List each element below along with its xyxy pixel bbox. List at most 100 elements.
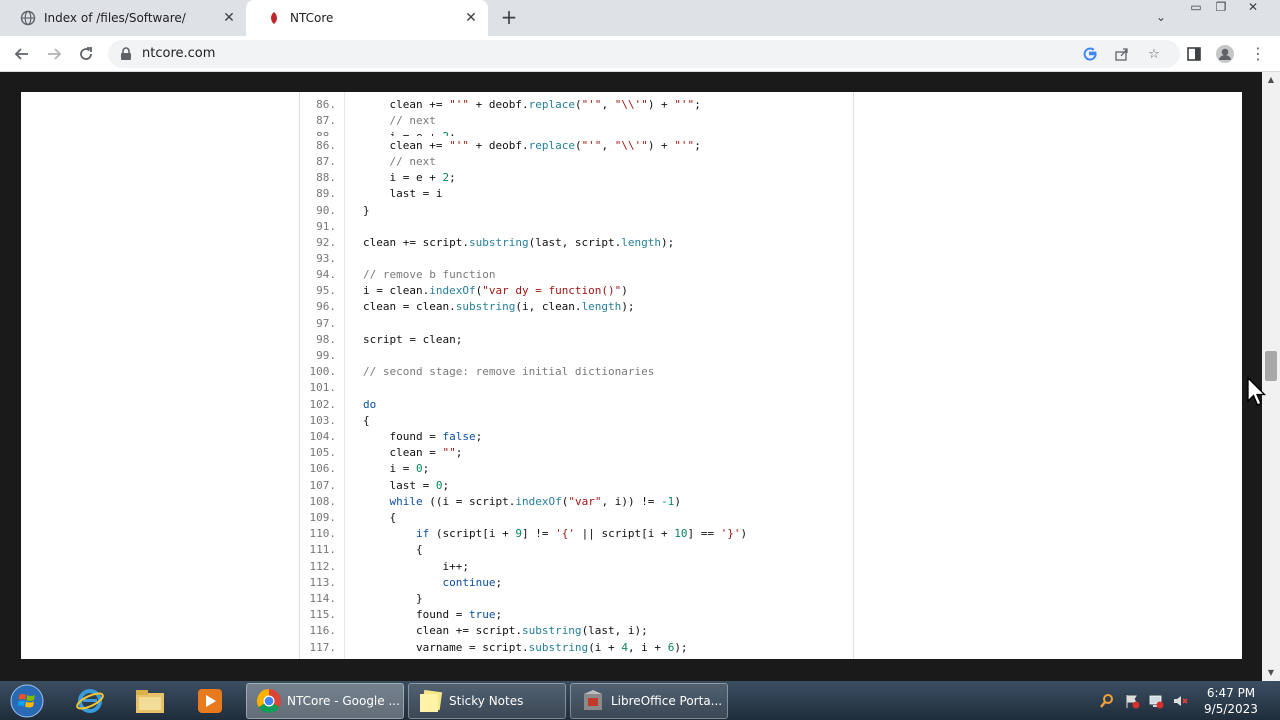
tab-ntcore[interactable]: NTCore ✕ — [246, 0, 488, 36]
media-player-icon[interactable] — [184, 684, 236, 718]
code-text: last = i — [363, 187, 443, 200]
taskbar-item-label: NTCore - Google ... — [287, 694, 400, 708]
reload-button[interactable] — [74, 42, 98, 66]
close-tab-icon[interactable]: ✕ — [464, 11, 478, 25]
code-line: 108. while ((i = script.indexOf("var", i… — [300, 494, 853, 510]
url-text: ntcore.com — [142, 46, 216, 61]
google-icon[interactable] — [1080, 44, 1100, 64]
scroll-down-arrow-icon[interactable]: ▼ — [1262, 665, 1280, 681]
menu-button[interactable]: ⋮ — [1246, 42, 1270, 66]
line-number: 103. — [309, 414, 337, 427]
minimize-button[interactable]: ▭ — [1183, 0, 1209, 18]
tab-index-of-files[interactable]: Index of /files/Software/ ✕ — [0, 0, 246, 36]
line-number: 102. — [309, 398, 337, 411]
code-line: 114. } — [300, 591, 853, 607]
close-window-button[interactable]: ✕ — [1240, 0, 1266, 18]
code-text: i = e + 2; — [363, 171, 456, 184]
line-number: 115. — [309, 608, 337, 621]
line-number: 92. — [316, 236, 336, 249]
kebab-menu-icon: ⋮ — [1250, 44, 1266, 63]
code-line: 116. clean += script.substring(last, i); — [300, 623, 853, 639]
chevron-down-icon[interactable]: ⌄ — [1153, 10, 1169, 26]
code-line: 97. — [300, 316, 853, 332]
line-number: 88. — [316, 171, 336, 184]
line-number: 98. — [316, 333, 336, 346]
code-text: clean = ""; — [363, 446, 463, 459]
forward-button[interactable] — [42, 42, 66, 66]
code-text: clean += "'" + deobf.replace("'", "\\'")… — [363, 139, 701, 152]
line-number: 104. — [309, 430, 337, 443]
line-number: 111. — [309, 543, 337, 556]
profile-button[interactable] — [1213, 42, 1237, 66]
code-text: last = 0; — [363, 479, 450, 492]
line-number: 105. — [309, 446, 337, 459]
ntcore-favicon-icon — [266, 10, 282, 26]
code-line: 86. clean += "'" + deobf.replace("'", "\… — [300, 138, 853, 154]
avatar-icon — [1216, 45, 1234, 63]
share-icon[interactable] — [1112, 44, 1132, 64]
start-button[interactable] — [0, 684, 54, 718]
bookmark-star-icon[interactable]: ☆ — [1144, 44, 1164, 64]
code-text: i++; — [363, 560, 469, 573]
arrow-right-icon — [48, 48, 62, 60]
line-number: 97. — [316, 317, 336, 330]
code-text: // second stage: remove initial dictiona… — [363, 365, 655, 378]
sticky-notes-icon — [417, 687, 445, 715]
line-number: 93. — [316, 252, 336, 265]
taskbar-item-chrome[interactable]: NTCore - Google ... — [246, 683, 404, 719]
globe-icon — [20, 10, 36, 26]
line-number: 113. — [309, 576, 337, 589]
line-number: 100. — [309, 365, 337, 378]
line-number: 87. — [316, 155, 336, 168]
line-number: 95. — [316, 284, 336, 297]
reload-icon — [80, 47, 92, 60]
volume-muted-icon[interactable] — [1172, 693, 1188, 709]
line-number: 114. — [309, 592, 337, 605]
code-text: do — [363, 398, 377, 411]
code-text: } — [363, 204, 370, 217]
line-number: 94. — [316, 268, 336, 281]
taskbar-item-sticky-notes[interactable]: Sticky Notes — [408, 683, 566, 719]
code-line: 110. if (script[i + 9] != '{' || script[… — [300, 526, 853, 542]
line-number: 110. — [309, 527, 337, 540]
side-panel-button[interactable] — [1182, 42, 1206, 66]
code-line: 101. — [300, 380, 853, 396]
code-text: } — [363, 592, 423, 605]
code-line: 92. clean += script.substring(last, scrip… — [300, 235, 853, 251]
code-text: found = true; — [363, 608, 503, 621]
line-number: 87. — [316, 114, 336, 127]
code-line: 98. script = clean; — [300, 332, 853, 348]
taskbar-item-libreoffice[interactable]: LibreOffice Porta... — [570, 683, 728, 719]
code-line: 100. // second stage: remove initial dict… — [300, 364, 853, 380]
network-icon[interactable] — [1148, 693, 1164, 709]
action-center-flag-icon[interactable] — [1124, 693, 1140, 709]
code-text: { — [363, 511, 397, 524]
search-tray-icon[interactable] — [1099, 693, 1115, 709]
new-tab-button[interactable]: + — [499, 7, 519, 28]
line-number: 91. — [316, 220, 336, 233]
code-line: 95. i = clean.indexOf("var dy = function(… — [300, 283, 853, 299]
code-text: while ((i = script.indexOf("var", i)) !=… — [389, 495, 681, 508]
close-tab-icon[interactable]: ✕ — [222, 11, 236, 25]
windows-taskbar: NTCore - Google ... Sticky Notes LibreOf… — [0, 681, 1280, 720]
code-text: { — [363, 414, 370, 427]
side-panel-icon — [1187, 47, 1201, 61]
back-button[interactable] — [10, 42, 34, 66]
browser-toolbar: ntcore.com ☆ ⋮ — [0, 36, 1280, 72]
system-clock[interactable]: 6:47 PM 9/5/2023 — [1196, 685, 1266, 717]
code-line: 89. last = i — [300, 186, 853, 202]
line-number: 106. — [309, 462, 337, 475]
internet-explorer-icon[interactable] — [64, 684, 116, 718]
restore-button[interactable]: ❐ — [1208, 0, 1234, 18]
scroll-up-arrow-icon[interactable]: ▲ — [1262, 72, 1280, 88]
line-number: 109. — [309, 511, 337, 524]
code-line: 87. // next — [300, 113, 853, 129]
code-text: clean += "'" + deobf.replace("'", "\\'")… — [363, 98, 701, 111]
clock-date: 9/5/2023 — [1204, 702, 1258, 716]
address-bar[interactable]: ntcore.com ☆ — [108, 40, 1180, 68]
code-line: 96. clean = clean.substring(i, clean.leng… — [300, 299, 853, 315]
code-text: found = false; — [363, 430, 483, 443]
file-explorer-icon[interactable] — [124, 684, 176, 718]
code-text: // next — [389, 155, 436, 168]
web-page: 85. deobf = b(script.substring(i + 3, e)… — [21, 92, 1242, 659]
